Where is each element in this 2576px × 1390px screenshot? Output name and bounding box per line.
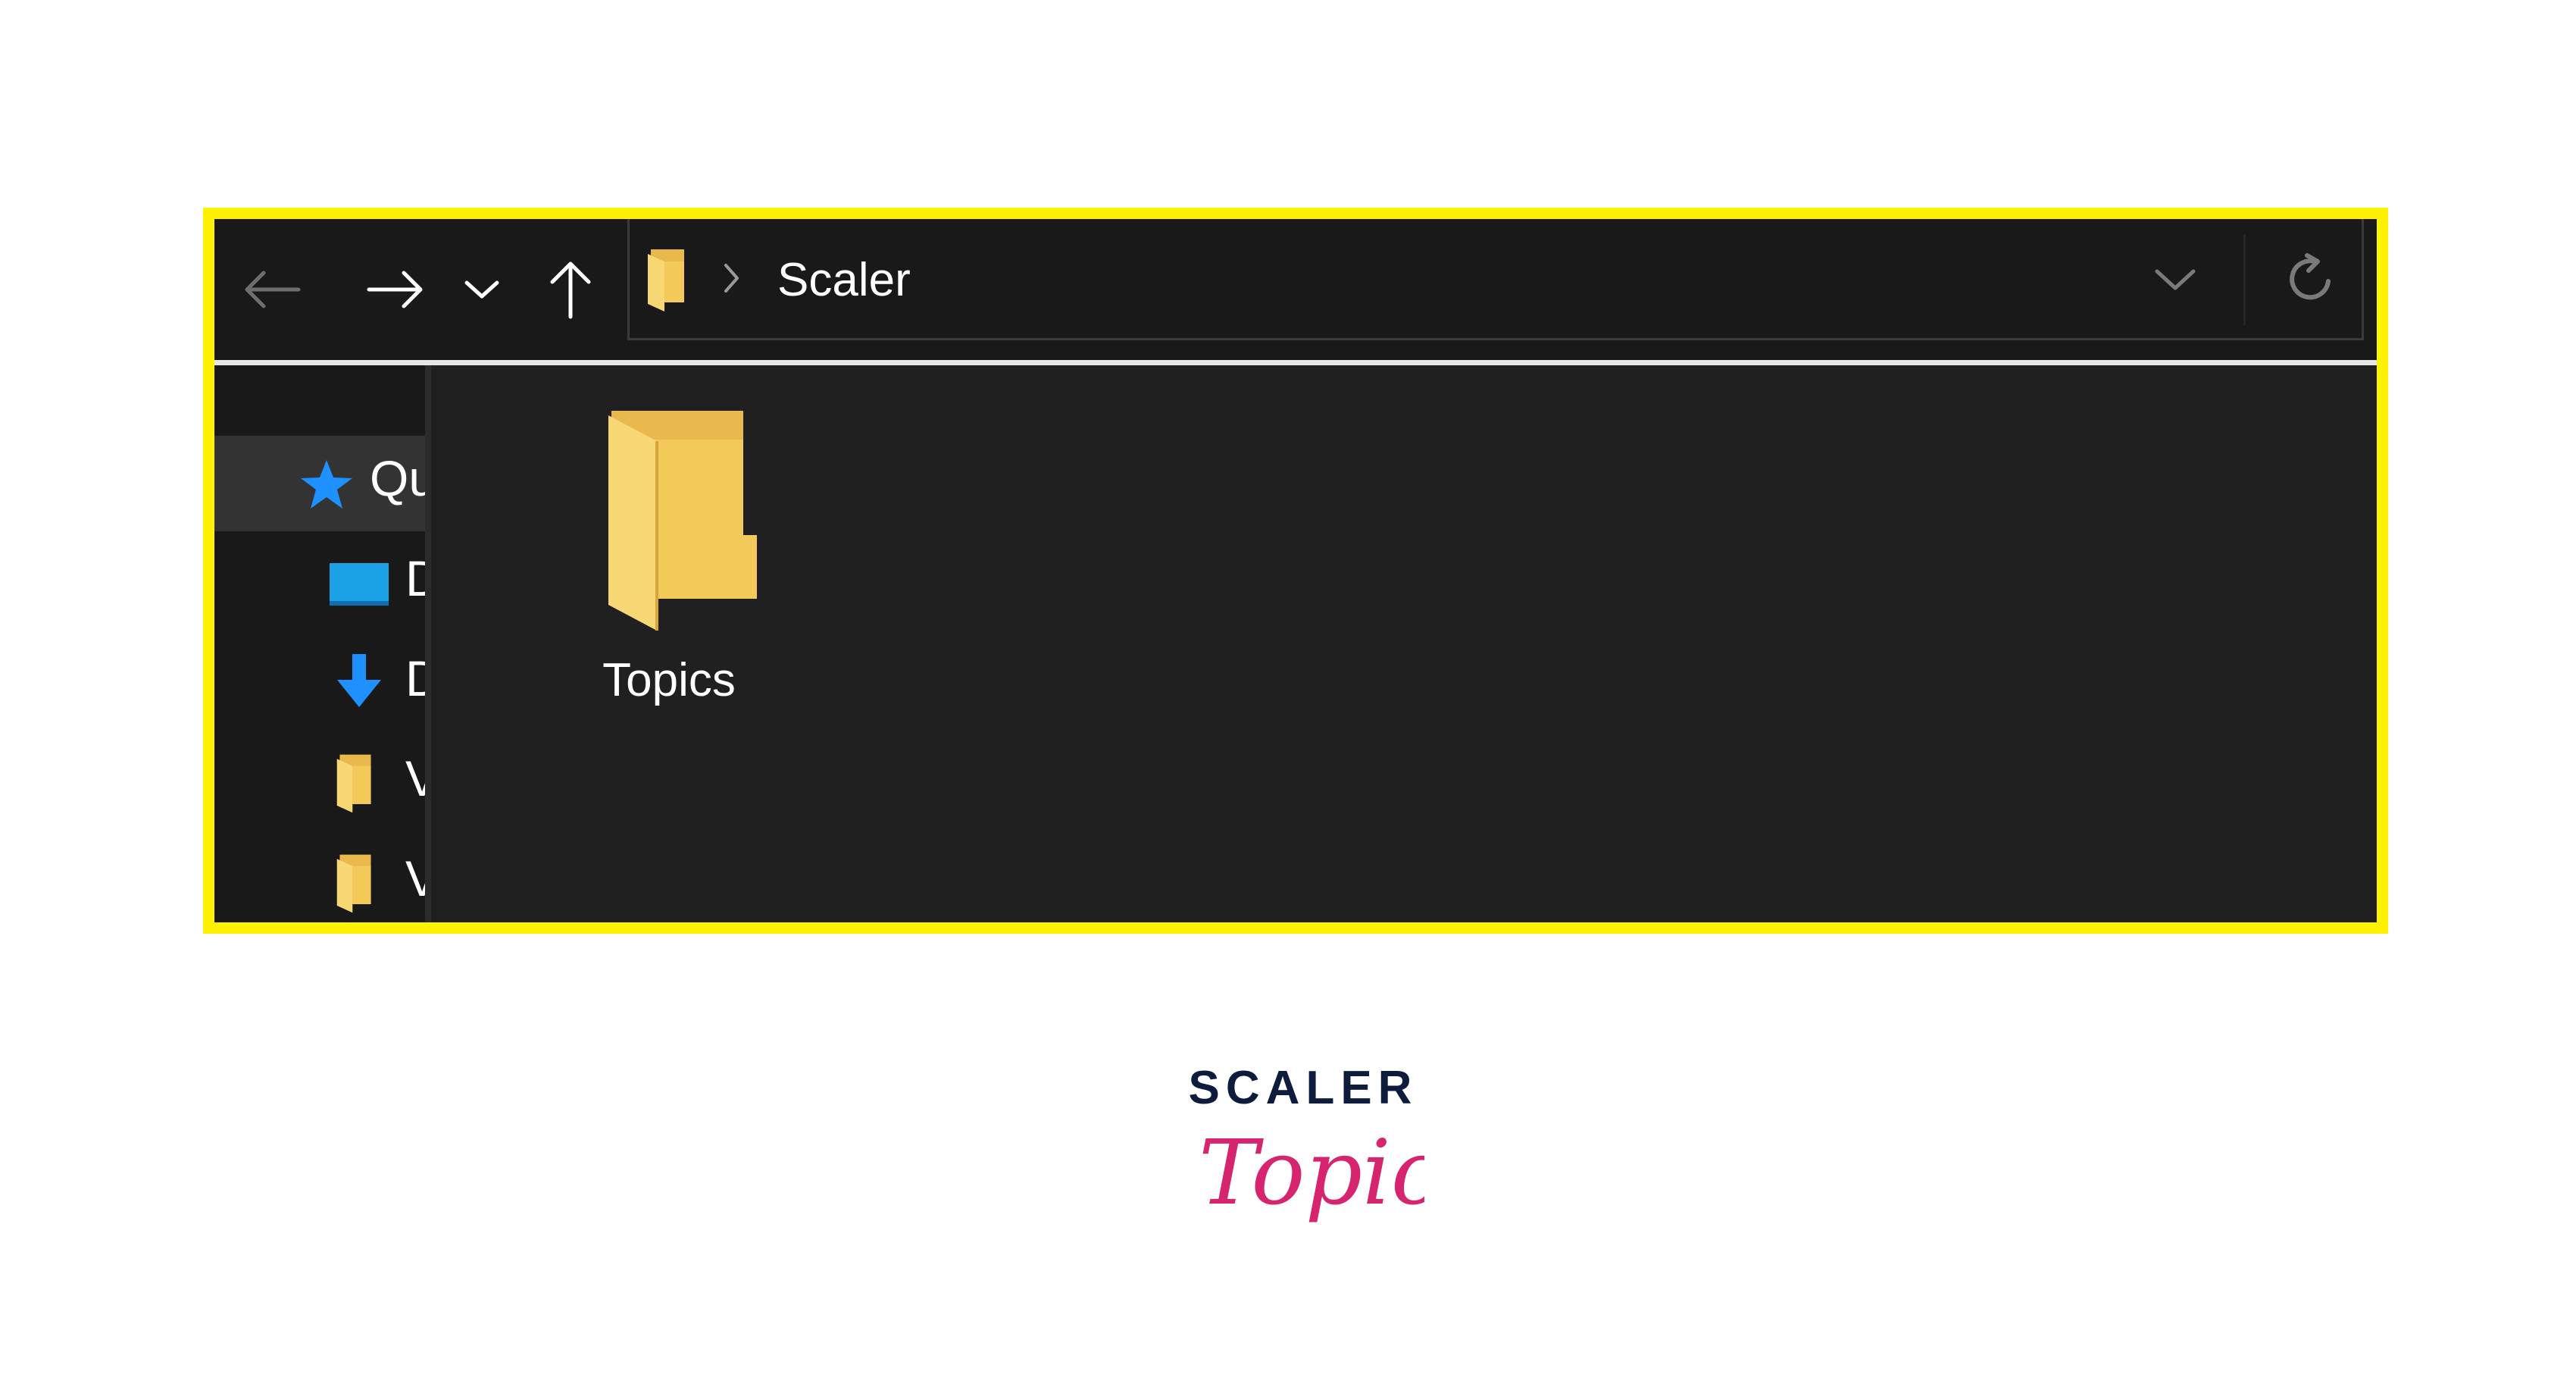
star-icon [299,457,354,515]
address-bar[interactable]: Scaler [627,219,2364,340]
folder-icon [608,411,757,634]
nav-item-label: Qu [370,450,425,506]
navigation-toolbar: Scaler [214,219,2377,360]
desktop-icon [328,562,390,610]
pane-splitter[interactable] [425,365,431,922]
arrow-up-icon [550,261,591,319]
file-item-label: Topics [602,654,736,706]
refresh-icon [2290,253,2331,300]
brand-logo: SCALER Topics [1182,1061,1424,1266]
folder-icon [645,246,690,316]
up-button[interactable] [540,219,601,360]
forward-button[interactable] [355,219,438,360]
navigation-pane[interactable]: Qu D D [214,365,425,922]
nav-item-folder[interactable]: V [214,836,425,922]
nav-item-downloads[interactable]: D [214,636,425,731]
nav-item-label: D [405,549,425,607]
file-item-folder[interactable]: Topics [548,411,790,729]
nav-item-label: V [405,850,425,907]
nav-item-quick-access[interactable]: Qu [214,436,425,531]
address-divider [2243,234,2246,325]
download-icon [333,653,386,713]
chevron-down-icon [2155,269,2196,290]
nav-item-folder[interactable]: V [214,736,425,831]
nav-item-label: V [405,750,425,807]
content-area: Qu D D [214,365,2377,922]
svg-text:Topics: Topics [1199,1122,1424,1225]
back-button[interactable] [230,219,313,360]
toolbar-separator [214,360,2377,365]
nav-item-label: D [405,650,425,707]
address-history-dropdown[interactable] [2137,219,2213,340]
refresh-button[interactable] [2274,219,2349,340]
chevron-down-icon [464,280,499,299]
arrow-right-icon [367,271,423,308]
explorer-window: Scaler Q Topics [203,208,2388,934]
logo-script-text: Topics [1199,1122,1424,1225]
logo-wordmark: SCALER [1188,1062,1418,1114]
nav-item-desktop[interactable]: D [214,536,425,631]
recent-locations-button[interactable] [455,219,508,360]
folder-icon [334,851,377,918]
folder-icon [334,751,377,818]
breadcrumb-current-folder[interactable]: Scaler [777,219,911,340]
arrow-left-icon [245,271,301,308]
breadcrumb-separator-icon [722,261,742,298]
